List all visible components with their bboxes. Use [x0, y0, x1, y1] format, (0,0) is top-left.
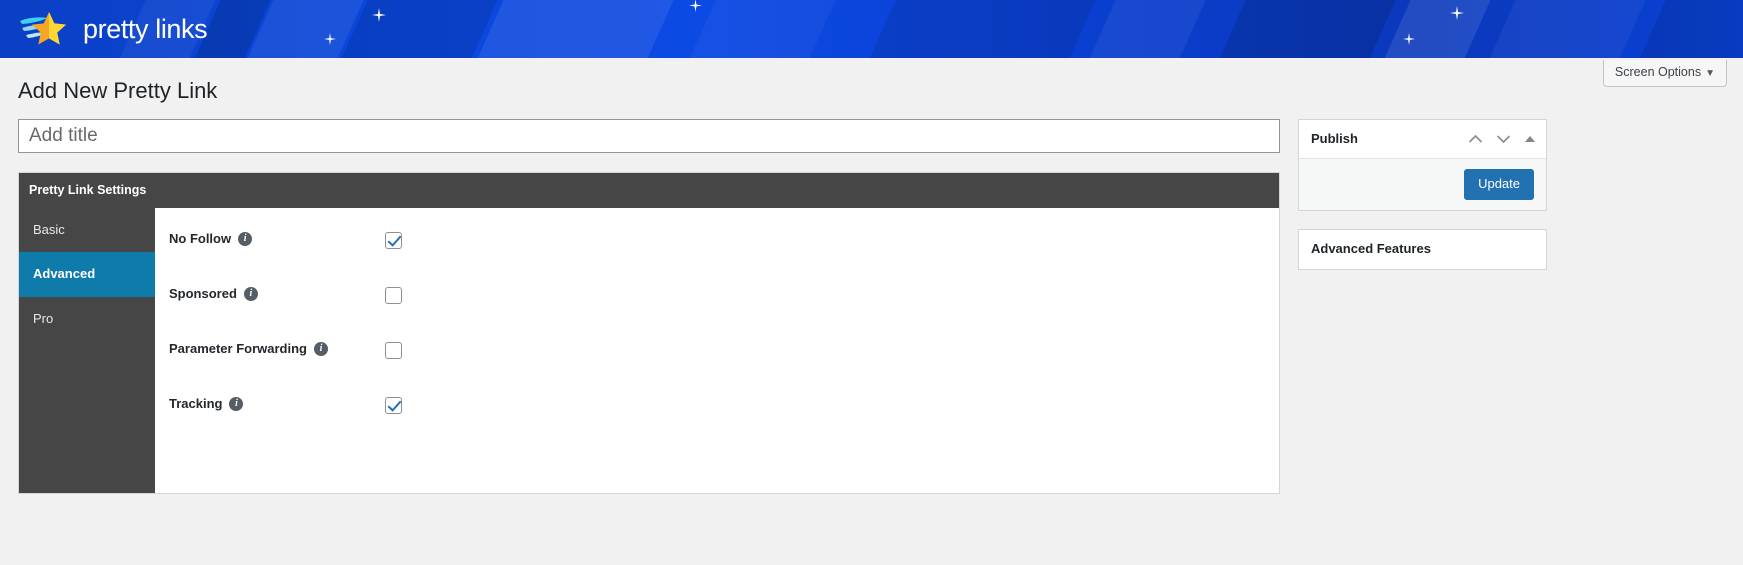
- settings-tab-list: Basic Advanced Pro: [19, 207, 155, 493]
- tab-pro[interactable]: Pro: [19, 297, 155, 342]
- field-label-parameter-forwarding: Parameter Forwarding i: [169, 340, 385, 358]
- field-label-sponsored: Sponsored i: [169, 285, 385, 303]
- brand-logo[interactable]: pretty links: [18, 0, 208, 58]
- page-title: Add New Pretty Link: [18, 78, 218, 103]
- tab-basic[interactable]: Basic: [19, 208, 155, 253]
- publish-panel-title: Publish: [1311, 130, 1358, 146]
- advanced-features-header: Advanced Features: [1299, 230, 1546, 269]
- field-label-no-follow: No Follow i: [169, 230, 385, 248]
- banner-stripe: [224, 0, 382, 58]
- banner-stripe: [846, 0, 1114, 58]
- no-follow-label-text: No Follow: [169, 230, 232, 246]
- page-layout: Pretty Link Settings Basic Advanced Pro …: [0, 118, 1743, 494]
- update-button[interactable]: Update: [1464, 169, 1534, 201]
- sponsored-checkbox-cell: [385, 285, 402, 304]
- banner-stripe: [1466, 0, 1664, 58]
- banner-stripe: [1066, 0, 1224, 58]
- info-icon[interactable]: i: [243, 287, 258, 302]
- brand-header-bar: pretty links: [0, 0, 1743, 58]
- info-icon[interactable]: i: [314, 342, 328, 357]
- publish-panel-header: Publish: [1299, 120, 1546, 160]
- tracking-label-text: Tracking: [169, 395, 223, 411]
- banner-stripe: [318, 0, 516, 58]
- sparkle-icon: [372, 8, 386, 22]
- main-column: Pretty Link Settings Basic Advanced Pro …: [18, 118, 1280, 494]
- publish-panel: Publish Update: [1298, 118, 1547, 212]
- banner-stripe: [666, 0, 854, 58]
- banner-stripe: [454, 0, 692, 58]
- tab-advanced[interactable]: Advanced: [19, 252, 155, 298]
- chevron-up-icon[interactable]: [1468, 134, 1483, 144]
- chevron-down-icon: ▼: [1705, 68, 1715, 79]
- side-column: Publish Update Advanced Features: [1298, 118, 1547, 288]
- settings-header: Pretty Link Settings: [19, 172, 1279, 208]
- publish-panel-body: Update: [1299, 159, 1546, 211]
- sponsored-checkbox[interactable]: [385, 286, 402, 304]
- advanced-features-panel[interactable]: Advanced Features: [1298, 229, 1547, 270]
- sparkle-icon: [324, 33, 336, 45]
- sparkle-icon: [1450, 6, 1464, 20]
- sparkle-icon: [689, 0, 702, 12]
- screen-options-button[interactable]: Screen Options ▼: [1602, 60, 1727, 87]
- settings-fields: No Follow i Sponsored i Parameter Forwar…: [155, 207, 1279, 493]
- settings-body: Basic Advanced Pro No Follow i Sponsored…: [19, 207, 1279, 493]
- screen-options-label: Screen Options: [1614, 65, 1702, 79]
- link-title-input[interactable]: [18, 118, 1280, 153]
- banner-stripe: [1361, 0, 1509, 58]
- field-row-no-follow: No Follow i: [169, 230, 1279, 285]
- banner-stripe: [1196, 0, 1414, 58]
- banner-stripe: [1616, 0, 1743, 58]
- pretty-link-settings-box: Pretty Link Settings Basic Advanced Pro …: [18, 171, 1280, 494]
- tracking-checkbox-cell: [385, 395, 402, 414]
- parameter-forwarding-checkbox-cell: [385, 340, 402, 359]
- field-row-tracking: Tracking i: [169, 395, 1279, 450]
- triangle-up-icon[interactable]: [1524, 135, 1536, 143]
- field-row-sponsored: Sponsored i: [169, 285, 1279, 340]
- info-icon[interactable]: i: [229, 397, 244, 412]
- tracking-checkbox[interactable]: [385, 396, 402, 414]
- publish-panel-actions: [1468, 134, 1536, 144]
- field-row-parameter-forwarding: Parameter Forwarding i: [169, 340, 1279, 395]
- pretty-links-star-logo-icon: [20, 12, 66, 45]
- parameter-forwarding-checkbox[interactable]: [385, 341, 402, 359]
- parameter-forwarding-label-text: Parameter Forwarding: [169, 340, 307, 356]
- no-follow-checkbox[interactable]: [385, 231, 402, 249]
- info-icon[interactable]: i: [238, 232, 253, 247]
- no-follow-checkbox-cell: [385, 230, 402, 249]
- field-label-tracking: Tracking i: [169, 395, 385, 413]
- brand-name: pretty links: [83, 13, 208, 44]
- sponsored-label-text: Sponsored: [169, 285, 237, 301]
- sparkle-icon: [1403, 33, 1415, 45]
- advanced-features-title: Advanced Features: [1311, 241, 1431, 257]
- chevron-down-icon[interactable]: [1496, 134, 1511, 144]
